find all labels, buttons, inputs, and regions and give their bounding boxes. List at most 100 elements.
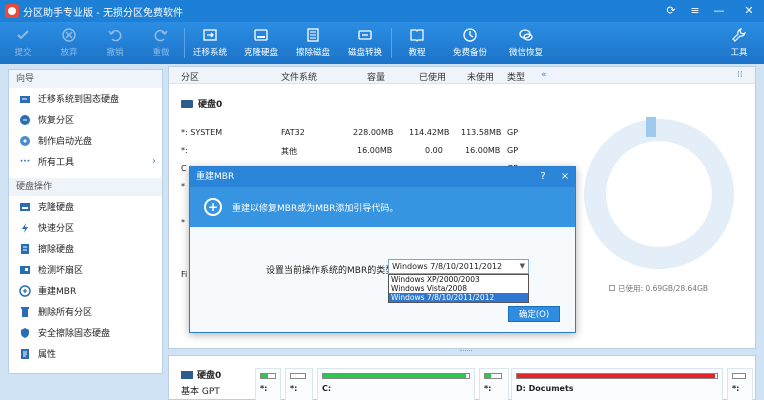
tools-icon [731, 27, 747, 43]
toolbar-migrate-os-button[interactable]: 迁移系统 [185, 22, 235, 64]
more-icon: ··· [19, 156, 31, 167]
col-type[interactable]: 类型 [507, 70, 525, 83]
mbr-type-dropdown-list: Windows XP/2000/2003 Windows Vista/2008 … [388, 274, 529, 303]
col-filesystem[interactable]: 文件系统 [281, 70, 317, 83]
sidebar-section-wizard: 向导 [9, 70, 162, 88]
legend-swatch [609, 285, 615, 291]
collapse-icon[interactable]: « [541, 70, 547, 80]
clone-disk-icon [19, 201, 31, 213]
disk-map-partition-c[interactable]: C: [317, 368, 475, 400]
disk-map-partition[interactable]: *: [479, 368, 509, 400]
sidebar-item-quick-partition[interactable]: 快速分区 [9, 217, 162, 238]
title-bar: 分区助手专业版 - 无损分区免费软件 ⟳ ≡ — ✕ [0, 0, 764, 22]
col-used[interactable]: 已使用 [419, 70, 446, 83]
disk-icon [181, 370, 193, 379]
sidebar-item-wipe-disk[interactable]: 擦除硬盘 [9, 238, 162, 259]
disk-map-partition[interactable]: *: [285, 368, 313, 400]
dialog-title-bar: 重建MBR ? × [190, 167, 575, 187]
dropdown-option[interactable]: Windows Vista/2008 [389, 284, 528, 293]
toolbar-undo-button[interactable]: 撤销 [92, 22, 138, 64]
usage-bar [516, 373, 718, 379]
migrate-ssd-icon [19, 93, 31, 105]
disk-0-label[interactable]: 硬盘0 [181, 97, 222, 110]
backup-icon [462, 27, 478, 43]
recover-partition-icon [19, 114, 31, 126]
window-title: 分区助手专业版 - 无损分区免费软件 [23, 7, 183, 19]
sidebar-item-clone-disk[interactable]: 克隆硬盘 [9, 196, 162, 217]
dialog-close-button[interactable]: × [556, 167, 574, 187]
col-free[interactable]: 未使用 [467, 70, 494, 83]
dialog-banner: + 重建以修复MBR或为MBR添加引导代码。 [190, 187, 575, 227]
dialog-title: 重建MBR [196, 172, 235, 182]
toolbar-wechat-recover-button[interactable]: 微信恢复 [498, 22, 554, 64]
dialog-description: 重建以修复MBR或为MBR添加引导代码。 [232, 203, 399, 214]
toolbar-discard-button[interactable]: 放弃 [46, 22, 92, 64]
menu-icon[interactable]: ≡ [684, 0, 706, 22]
undo-icon [107, 27, 123, 43]
dropdown-option[interactable]: Windows XP/2000/2003 [389, 275, 528, 284]
disk-convert-icon [357, 27, 373, 43]
sidebar-item-recover-partition[interactable]: 恢复分区 [9, 109, 162, 130]
usage-bar [290, 373, 306, 379]
toolbar: 提交 放弃 撤销 重做 迁移系统 克隆硬盘 擦除磁盘 磁盘转换 教程 免费备份 … [0, 22, 764, 64]
usage-bar [732, 373, 746, 379]
chevron-right-icon: › [152, 156, 156, 167]
disk-map-partition-d[interactable]: D: Documets [511, 368, 723, 400]
app-logo-icon [5, 4, 19, 18]
disk-map-partition[interactable]: *: [255, 368, 281, 400]
check-icon [15, 27, 31, 43]
toolbar-tutorial-button[interactable]: 教程 [392, 22, 442, 64]
view-grid-icon[interactable]: ⁞⁞ [737, 70, 743, 80]
tutorial-icon [409, 27, 425, 43]
usage-bar-fill [517, 374, 715, 378]
toolbar-tools-button[interactable]: 工具 [716, 22, 762, 64]
redo-icon [153, 27, 169, 43]
sidebar-item-all-tools[interactable]: ··· 所有工具 › [9, 151, 162, 172]
sidebar-item-delete-all[interactable]: 删除所有分区 [9, 301, 162, 322]
usage-legend: 已使用: 0.69GB/28.64GB [609, 283, 708, 294]
col-partition[interactable]: 分区 [181, 70, 199, 83]
usage-donut-chart [584, 119, 734, 269]
close-button[interactable]: ✕ [738, 0, 760, 22]
toolbar-wipe-disk-button[interactable]: 擦除磁盘 [287, 22, 339, 64]
boot-disc-icon [19, 135, 31, 147]
sidebar-item-properties[interactable]: 属性 [9, 343, 162, 364]
usage-bar [322, 373, 470, 379]
migrate-os-icon [202, 27, 218, 43]
quick-partition-icon [19, 222, 31, 234]
col-capacity[interactable]: 容量 [367, 70, 385, 83]
wipe-disk-icon [19, 243, 31, 255]
help-icon[interactable]: ? [534, 167, 552, 187]
clone-disk-icon [253, 27, 269, 43]
usage-bar [260, 373, 276, 379]
splitter-grip[interactable] [460, 350, 472, 352]
mbr-type-label: 设置当前操作系统的MBR的类型: [266, 266, 398, 276]
minimize-button[interactable]: — [708, 0, 730, 22]
mbr-type-select[interactable]: Windows 7/8/10/2011/2012 ▼ [388, 259, 529, 274]
table-row[interactable]: *: 其他 16.00MB 0.00 16.00MB GP [169, 143, 569, 159]
disk-map-partition[interactable]: *: [727, 368, 753, 400]
usage-bar-fill [485, 374, 492, 378]
sidebar-item-migrate-ssd[interactable]: 迁移系统到固态硬盘 [9, 88, 162, 109]
dropdown-option-selected[interactable]: Windows 7/8/10/2011/2012 [389, 293, 528, 302]
toolbar-backup-button[interactable]: 免费备份 [442, 22, 498, 64]
refresh-icon[interactable]: ⟳ [660, 0, 682, 22]
sidebar-item-boot-disc[interactable]: 制作启动光盘 [9, 130, 162, 151]
sidebar-item-secure-erase[interactable]: 安全擦除固态硬盘 [9, 322, 162, 343]
sidebar-item-rebuild-mbr[interactable]: 重建MBR [9, 280, 162, 301]
toolbar-clone-disk-button[interactable]: 克隆硬盘 [235, 22, 287, 64]
sidebar-item-bad-sector[interactable]: 检测坏扇区 [9, 259, 162, 280]
sidebar-section-disk-ops: 硬盘操作 [9, 178, 162, 196]
disk-map-panel: 硬盘0 基本 GPT *: *: C: *: D: Documets *: [168, 355, 756, 400]
secure-erase-icon [19, 327, 31, 339]
ok-button[interactable]: 确定(O) [508, 306, 560, 322]
toolbar-redo-button[interactable]: 重做 [138, 22, 184, 64]
rebuild-mbr-dialog: 重建MBR ? × + 重建以修复MBR或为MBR添加引导代码。 设置当前操作系… [189, 166, 576, 333]
toolbar-disk-convert-button[interactable]: 磁盘转换 [339, 22, 391, 64]
toolbar-commit-button[interactable]: 提交 [0, 22, 46, 64]
disk-map-disk-0[interactable]: 硬盘0 基本 GPT [181, 368, 247, 400]
properties-icon [19, 348, 31, 360]
chevron-down-icon: ▼ [519, 262, 525, 270]
table-row[interactable]: *: SYSTEM FAT32 228.00MB 114.42MB 113.58… [169, 125, 569, 141]
wipe-disk-icon [305, 27, 321, 43]
